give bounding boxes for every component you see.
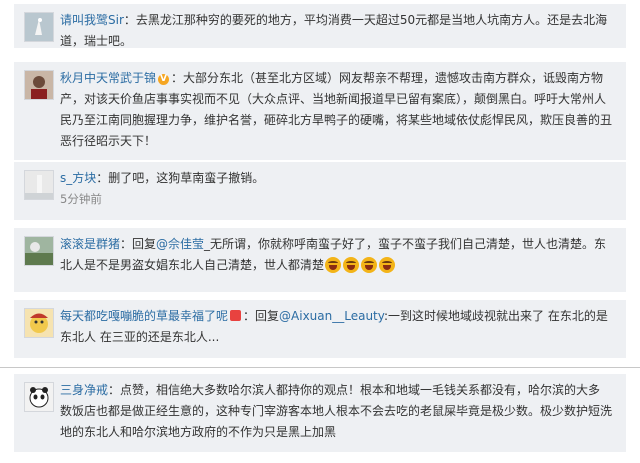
comment-card: 请叫我鹭Sir：去黑龙江那种穷的要死的地方，平均消费一天超过50元都是当地人坑南… [14, 4, 626, 48]
comment-author[interactable]: 请叫我鹭Sir [60, 13, 124, 27]
comment-text: ：删了吧，这狗草南蛮子撤销。 [96, 171, 265, 185]
gift-icon [230, 310, 242, 321]
avatar[interactable] [24, 70, 54, 100]
avatar[interactable] [24, 170, 54, 200]
comment-author[interactable]: 每天都吃嘎嘣脆的草最幸福了呢 [60, 309, 228, 323]
avatar[interactable] [24, 308, 54, 338]
comment-card: 滚滚是群猪：回复@佘佳莹_无所谓，你就称呼南蛮子好了，蛮子不蛮子我们自己清楚，世… [14, 228, 626, 292]
section-divider [0, 367, 640, 368]
comment-text: ：点赞，相信绝大多数哈尔滨人都持你的观点！根本和地域一毛钱关系都没有，哈尔滨的大… [60, 383, 613, 439]
laugh-emoji-icon [324, 257, 396, 273]
comment-feed: 请叫我鹭Sir：去黑龙江那种穷的要死的地方，平均消费一天超过50元都是当地人坑南… [0, 0, 640, 463]
comment-author[interactable]: 三身净戒 [60, 383, 108, 397]
comment-author[interactable]: 滚滚是群猪 [60, 237, 120, 251]
comment-separator: ： [123, 13, 136, 27]
comment-text: 去黑龙江那种穷的要死的地方，平均消费一天超过50元都是当地人坑南方人。还是去北海… [60, 13, 608, 48]
comment-card: s_方块：删了吧，这狗草南蛮子撤销。 5分钟前 [14, 162, 626, 220]
comment-card: 秋月中天常武于锦 V ：大部分东北（甚至北方区域）网友帮亲不帮理，遗憾攻击南方群众，… [14, 62, 626, 160]
comment-card: 三身净戒：点赞，相信绝大多数哈尔滨人都持你的观点！根本和地域一毛钱关系都没有，哈… [14, 374, 626, 452]
comment-author[interactable]: 秋月中天常武于锦 [60, 71, 156, 85]
avatar[interactable] [24, 12, 54, 42]
avatar[interactable] [24, 382, 54, 412]
comment-author[interactable]: s_方块 [60, 171, 96, 185]
mention-link[interactable]: @佘佳莹 [156, 237, 204, 251]
comment-card: 每天都吃嘎嘣脆的草最幸福了呢 ：回复@Aixuan__Leauty:一到这时候地域… [14, 300, 626, 358]
reply-prefix: ：回复 [120, 237, 157, 251]
comment-timestamp: 5分钟前 [60, 192, 102, 206]
v-badge-icon: V [158, 74, 170, 85]
avatar[interactable] [24, 236, 54, 266]
mention-link[interactable]: @Aixuan__Leauty [279, 309, 384, 323]
reply-prefix: ：回复 [243, 309, 280, 323]
